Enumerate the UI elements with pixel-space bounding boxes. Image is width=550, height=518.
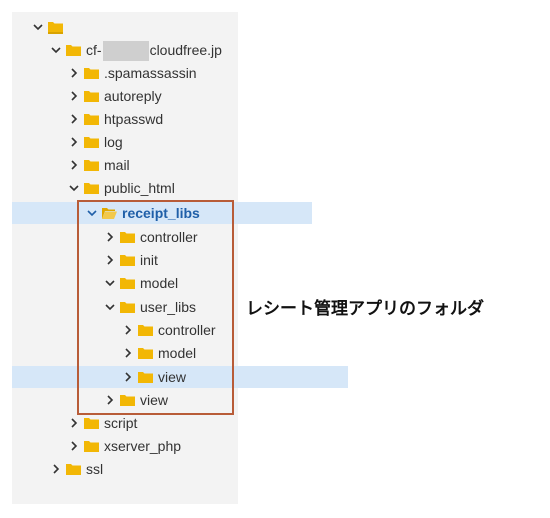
chevron-right-icon[interactable] xyxy=(122,371,134,383)
redacted-block xyxy=(102,41,149,62)
folder-label: view xyxy=(140,392,169,408)
folder-label: mail xyxy=(104,157,130,173)
tree-row-log[interactable]: log xyxy=(12,131,294,153)
chevron-right-icon[interactable] xyxy=(50,463,62,475)
domain-suffix: cloudfree.jp xyxy=(149,41,222,58)
chevron-right-icon[interactable] xyxy=(68,136,80,148)
chevron-right-icon[interactable] xyxy=(68,113,80,125)
tree-row-autoreply[interactable]: autoreply xyxy=(12,85,294,107)
tree-row-spamassassin[interactable]: .spamassassin xyxy=(12,62,294,84)
chevron-right-icon[interactable] xyxy=(122,347,134,359)
chevron-right-icon[interactable] xyxy=(68,440,80,452)
folder-label: view xyxy=(158,369,187,385)
folder-label: ssl xyxy=(86,461,104,477)
tree-row-controller[interactable]: controller xyxy=(12,226,330,248)
chevron-right-icon[interactable] xyxy=(104,394,116,406)
folder-label: init xyxy=(140,252,158,268)
folder-label: user_libs xyxy=(140,299,197,315)
tree-row-receipt-libs[interactable]: receipt_libs xyxy=(12,202,312,224)
tree-row-xserver-php[interactable]: xserver_php xyxy=(12,435,294,457)
tree-row-mail[interactable]: mail xyxy=(12,154,294,176)
folder-icon xyxy=(120,301,135,313)
folder-icon xyxy=(84,159,99,171)
annotation-label: レシート管理アプリのフォルダ xyxy=(246,299,484,319)
tree-row-ssl[interactable]: ssl xyxy=(12,458,276,480)
chevron-right-icon[interactable] xyxy=(104,254,116,266)
folder-label: model xyxy=(158,345,197,361)
tree-row-init[interactable]: init xyxy=(12,249,330,271)
chevron-down-icon[interactable] xyxy=(68,182,80,194)
chevron-down-icon[interactable] xyxy=(104,301,116,313)
folder-label: controller xyxy=(158,322,216,338)
folder-label: htpasswd xyxy=(104,111,164,127)
tree-row-script[interactable]: script xyxy=(12,412,294,434)
tree-row-domain[interactable]: cf-cloudfree.jp xyxy=(12,39,276,62)
tree-row-view[interactable]: view xyxy=(12,389,330,411)
folder-open-icon xyxy=(102,207,117,219)
tree-row-model[interactable]: model xyxy=(12,272,330,294)
folder-label: public_html xyxy=(104,180,175,196)
tree-row-root[interactable] xyxy=(12,16,258,38)
chevron-down-icon[interactable] xyxy=(50,44,62,56)
folder-icon xyxy=(84,90,99,102)
folder-label: receipt_libs xyxy=(122,205,200,221)
folder-icon xyxy=(120,277,135,289)
folder-label: log xyxy=(104,134,123,150)
folder-label: autoreply xyxy=(104,88,162,104)
folder-icon xyxy=(84,182,99,194)
folder-icon xyxy=(138,347,153,359)
tree-row-ul-view[interactable]: view xyxy=(12,366,348,388)
folder-icon xyxy=(138,371,153,383)
chevron-down-icon[interactable] xyxy=(32,21,44,33)
domain-label: cf-cloudfree.jp xyxy=(86,39,222,62)
chevron-right-icon[interactable] xyxy=(68,159,80,171)
chevron-right-icon[interactable] xyxy=(68,417,80,429)
folder-icon xyxy=(84,440,99,452)
chevron-down-icon[interactable] xyxy=(86,207,98,219)
folder-icon xyxy=(138,324,153,336)
tree-row-ul-model[interactable]: model xyxy=(12,342,348,364)
folder-icon xyxy=(120,254,135,266)
chevron-right-icon[interactable] xyxy=(122,324,134,336)
chevron-down-icon[interactable] xyxy=(104,277,116,289)
chevron-right-icon[interactable] xyxy=(68,90,80,102)
folder-icon xyxy=(84,417,99,429)
folder-icon xyxy=(84,136,99,148)
folder-icon xyxy=(84,67,99,79)
tree-row-ul-controller[interactable]: controller xyxy=(12,319,348,341)
folder-icon xyxy=(66,44,81,56)
chevron-right-icon[interactable] xyxy=(104,231,116,243)
folder-label: .spamassassin xyxy=(104,65,197,81)
folder-icon xyxy=(120,231,135,243)
tree-row-htpasswd[interactable]: htpasswd xyxy=(12,108,294,130)
folder-label: controller xyxy=(140,229,198,245)
chevron-right-icon[interactable] xyxy=(68,67,80,79)
folder-icon xyxy=(84,113,99,125)
tree-row-public-html[interactable]: public_html xyxy=(12,177,294,199)
folder-icon xyxy=(48,20,63,34)
folder-label: xserver_php xyxy=(104,438,182,454)
folder-icon xyxy=(66,463,81,475)
domain-prefix: cf- xyxy=(86,41,102,58)
folder-label: script xyxy=(104,415,138,431)
folder-label: model xyxy=(140,275,179,291)
folder-icon xyxy=(120,394,135,406)
